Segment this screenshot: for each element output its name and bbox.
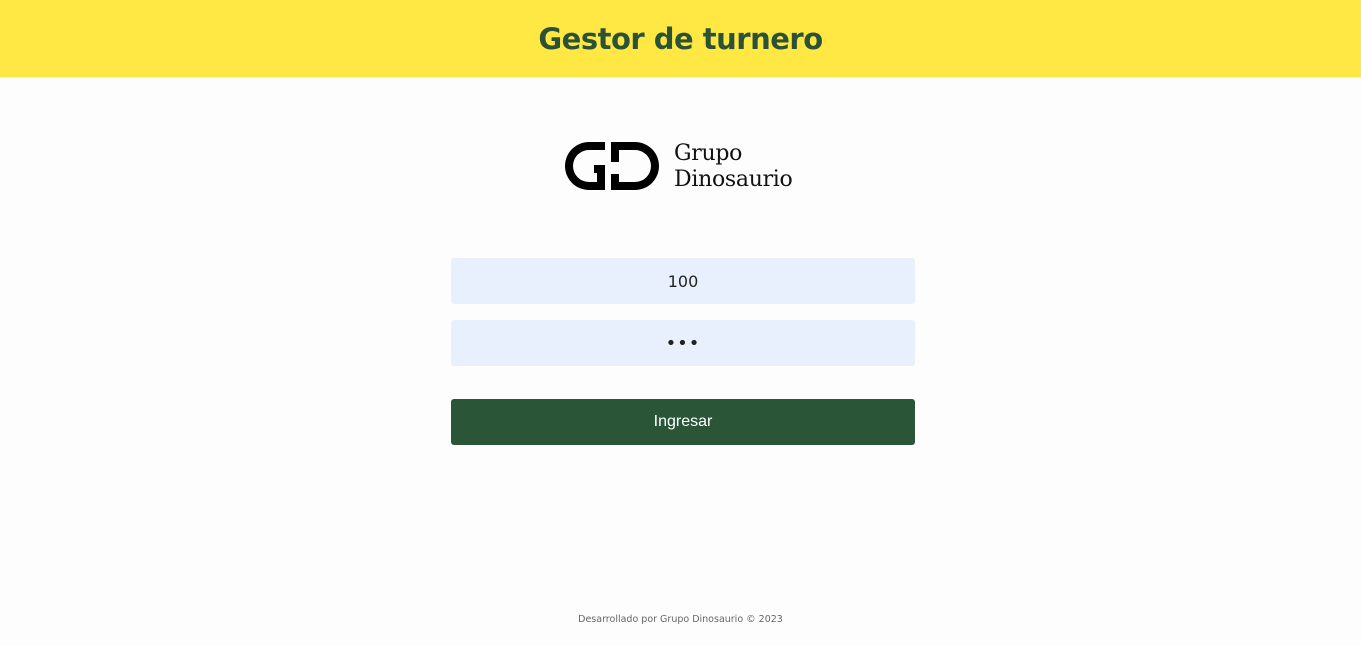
username-field[interactable] (451, 258, 915, 304)
company-logo: Grupo Dinosaurio (565, 138, 793, 196)
logo-wordmark: Grupo Dinosaurio (674, 141, 793, 193)
page-title: Gestor de turnero (538, 21, 823, 56)
logo-line-2: Dinosaurio (674, 167, 793, 192)
password-field[interactable] (451, 320, 915, 366)
app-header: Gestor de turnero (0, 0, 1361, 77)
login-button[interactable]: Ingresar (451, 399, 915, 445)
logo-line-1: Grupo (674, 141, 743, 166)
gd-logo-icon (565, 142, 659, 190)
footer-credits: Desarrollado por Grupo Dinosaurio © 2023 (578, 614, 783, 625)
